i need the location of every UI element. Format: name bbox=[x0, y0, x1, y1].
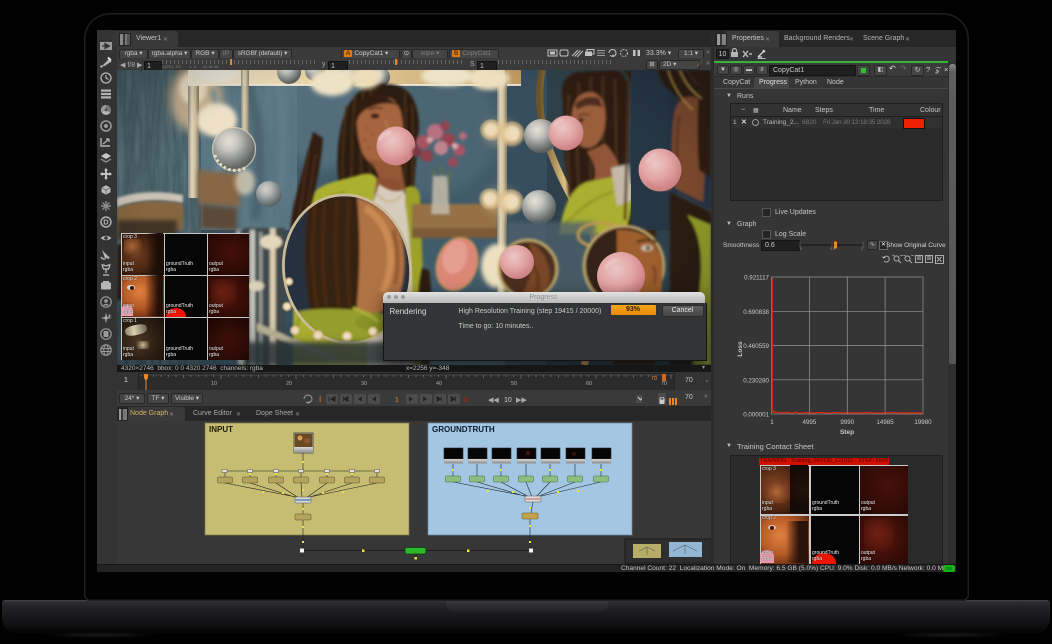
svg-text:0.460559: 0.460559 bbox=[743, 343, 769, 350]
svg-text:50: 50 bbox=[511, 381, 517, 387]
svg-text:1: 1 bbox=[861, 247, 863, 250]
svg-text:0.000001: 0.000001 bbox=[743, 412, 769, 419]
svg-text:14985: 14985 bbox=[876, 419, 894, 426]
svg-text:1: 1 bbox=[770, 419, 774, 426]
svg-text:Step: Step bbox=[840, 429, 854, 436]
svg-text:INPUT: INPUT bbox=[209, 425, 233, 434]
svg-text:4995: 4995 bbox=[803, 419, 817, 426]
svg-text:0.5: 0.5 bbox=[830, 247, 835, 250]
svg-text:0.690838: 0.690838 bbox=[743, 309, 769, 316]
svg-text:I: I bbox=[319, 395, 321, 404]
svg-text:Loss: Loss bbox=[737, 341, 744, 357]
svg-text:▶▶: ▶▶ bbox=[516, 397, 527, 404]
svg-text:40: 40 bbox=[436, 381, 442, 387]
svg-text:20: 20 bbox=[286, 381, 292, 387]
svg-text:70: 70 bbox=[651, 376, 657, 382]
svg-text:1: 1 bbox=[395, 397, 399, 404]
svg-text:10: 10 bbox=[211, 381, 217, 387]
svg-text:D: D bbox=[103, 218, 109, 227]
svg-text:GROUNDTRUTH: GROUNDTRUTH bbox=[432, 425, 495, 434]
svg-text:19980: 19980 bbox=[914, 419, 932, 426]
svg-text:10: 10 bbox=[504, 397, 512, 404]
svg-text:0: 0 bbox=[464, 397, 468, 404]
svg-text:◀◀: ◀◀ bbox=[488, 397, 499, 404]
svg-text:70: 70 bbox=[661, 381, 667, 387]
svg-text:30: 30 bbox=[361, 381, 367, 387]
svg-text:0: 0 bbox=[800, 247, 802, 250]
svg-text:0.921117: 0.921117 bbox=[744, 275, 769, 282]
svg-text:9990: 9990 bbox=[840, 419, 854, 426]
svg-text:0.230280: 0.230280 bbox=[743, 377, 769, 384]
svg-text:60: 60 bbox=[586, 381, 592, 387]
